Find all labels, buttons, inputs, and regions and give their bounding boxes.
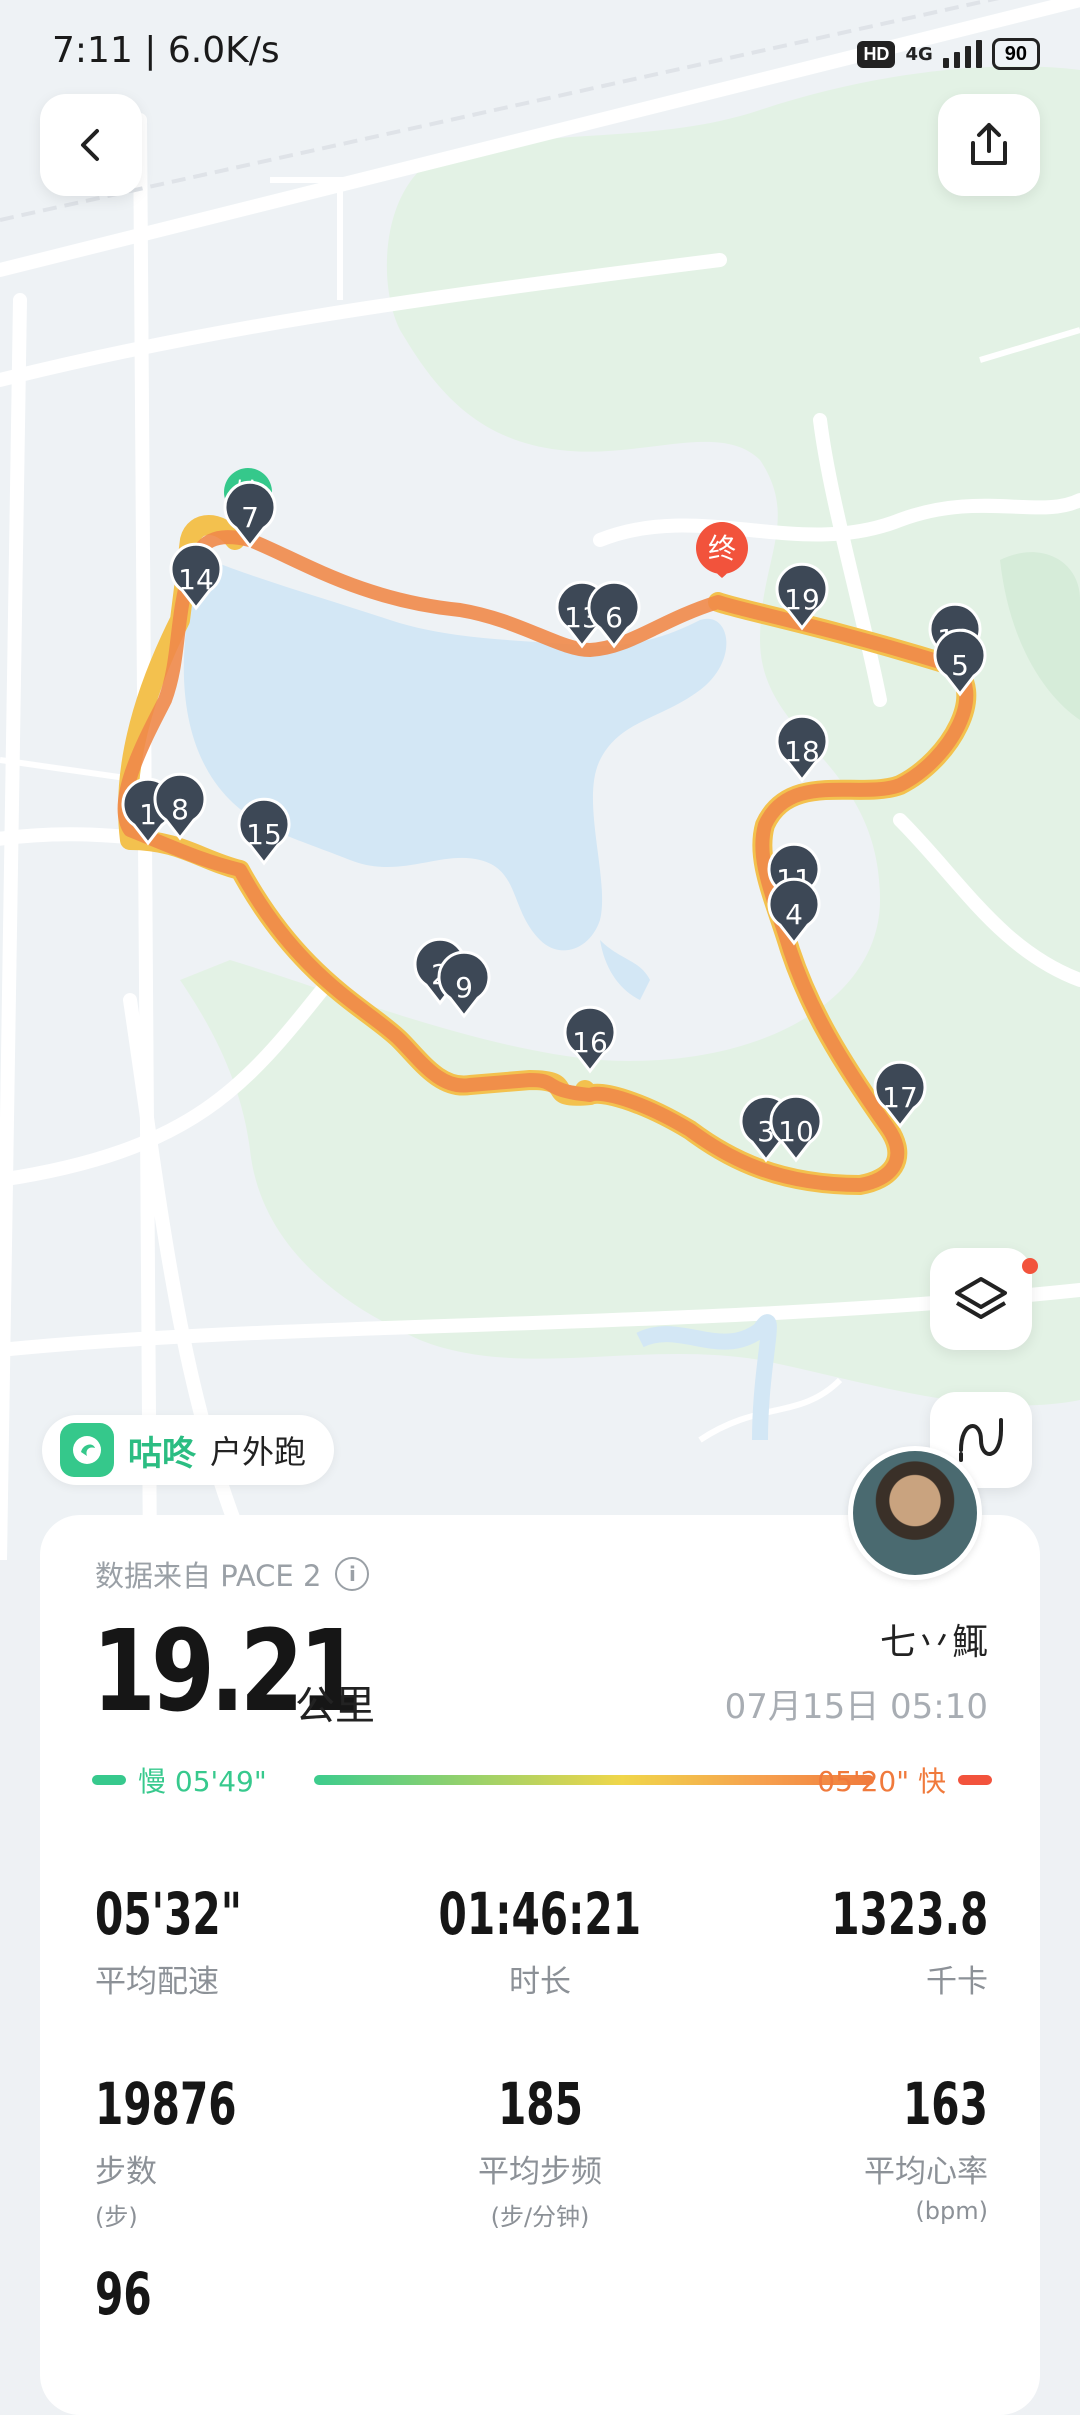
chevron-left-icon — [81, 129, 99, 161]
km-marker-label: 9 — [455, 971, 473, 1004]
stat-label: 步数 — [95, 2154, 157, 2190]
status-time-speed: 7:11 | 6.0K/s — [52, 30, 280, 71]
stat-unit: (步/分钟) — [490, 2203, 590, 2231]
stat-calories: 1323.8 千卡 — [787, 1880, 988, 2001]
app-brand-chip: 咕咚 户外跑 — [42, 1415, 335, 1485]
back-button[interactable] — [40, 94, 142, 196]
distance-unit: 公里 — [295, 1683, 375, 1729]
layers-notification-dot — [1022, 1258, 1038, 1274]
avatar-image — [853, 1451, 977, 1575]
signal-icon — [942, 40, 982, 68]
hd-badge: HD — [857, 40, 896, 68]
data-source: 数据来自 PACE 2 i — [95, 1553, 370, 1595]
route-wave-icon — [959, 1418, 1003, 1462]
run-summary-card: 数据来自 PACE 2 i 19.21 公里 七丷鮿 07月15日 05:10 … — [40, 1515, 1040, 2415]
network-label: 4G — [905, 43, 933, 65]
km-marker-label: 15 — [246, 818, 282, 851]
stat-value: 01:46:21 — [438, 1880, 642, 1948]
pace-gradient-bar — [314, 1775, 874, 1785]
km-marker-label: 5 — [951, 649, 969, 682]
stat-value: 19876 — [95, 2070, 237, 2138]
km-marker-label: 6 — [605, 601, 623, 634]
data-source-text: 数据来自 PACE 2 — [95, 1559, 322, 1593]
brand-name: 咕咚 — [128, 1433, 196, 1474]
stat-label: 平均配速 — [95, 1964, 219, 2000]
km-marker-label: 19 — [784, 583, 820, 616]
info-icon[interactable]: i — [335, 1557, 370, 1591]
pace-fast-label: 05'20" 快 — [817, 1765, 946, 1798]
user-name[interactable]: 七丷鮿 — [880, 1613, 988, 1665]
km-marker-label: 7 — [241, 501, 259, 534]
share-icon — [971, 123, 1007, 165]
stat-label: 平均心率 — [864, 2154, 988, 2190]
svg-text:终: 终 — [708, 532, 736, 565]
codoon-logo-icon — [60, 1423, 114, 1477]
pace-legend: 慢 05'49" 05'20" 快 — [92, 1760, 992, 1800]
stat-value: 185 — [497, 2070, 583, 2138]
share-button[interactable] — [938, 94, 1040, 196]
stat-value: 96 — [95, 2260, 152, 2328]
stat-value: 05'32" — [95, 1880, 242, 1948]
stat-cadence: 185 平均步频 (步/分钟) — [370, 2070, 710, 2232]
stat-unit: (步) — [95, 2203, 138, 2231]
stat-value: 1323.8 — [830, 1880, 988, 1948]
stat-value: 163 — [903, 2070, 988, 2138]
stat-label: 时长 — [509, 1964, 571, 2000]
activity-type: 户外跑 — [210, 1433, 307, 1471]
battery-icon: 90 — [991, 38, 1040, 70]
stat-steps: 19876 步数 (步) — [95, 2070, 277, 2232]
km-marker-label: 10 — [778, 1115, 814, 1148]
stat-avg-pace: 05'32" 平均配速 — [95, 1880, 283, 2001]
stat-label: 平均步频 — [478, 2154, 602, 2190]
stat-unit: (bpm) — [915, 2197, 988, 2225]
km-marker-label: 4 — [785, 898, 803, 931]
stat-duration: 01:46:21 时长 — [370, 1880, 710, 2001]
km-marker-label: 18 — [784, 735, 820, 768]
battery-level: 90 — [1004, 42, 1027, 65]
pace-slow: 慢 05'49" — [92, 1760, 267, 1800]
run-date: 07月15日 05:10 — [724, 1687, 988, 1727]
avatar[interactable] — [848, 1446, 982, 1580]
stat-extra: 96 — [95, 2260, 168, 2328]
layers-icon — [955, 1277, 1007, 1319]
map-layers-button[interactable] — [930, 1248, 1032, 1350]
stat-label: 千卡 — [926, 1964, 988, 2000]
km-marker-label: 16 — [572, 1026, 608, 1059]
km-marker-label: 17 — [882, 1081, 918, 1114]
km-marker-label: 14 — [178, 563, 214, 596]
pace-fast: 05'20" 快 — [817, 1760, 992, 1800]
stat-heart-rate: 163 平均心率 (bpm) — [864, 2070, 988, 2225]
pace-slow-label: 慢 05'49" — [138, 1765, 267, 1798]
route-map[interactable]: 始 终 71413619125181815114291631017 — [0, 0, 1080, 1560]
km-marker-label: 8 — [171, 793, 189, 826]
status-icons: HD 4G 90 — [857, 38, 1040, 70]
